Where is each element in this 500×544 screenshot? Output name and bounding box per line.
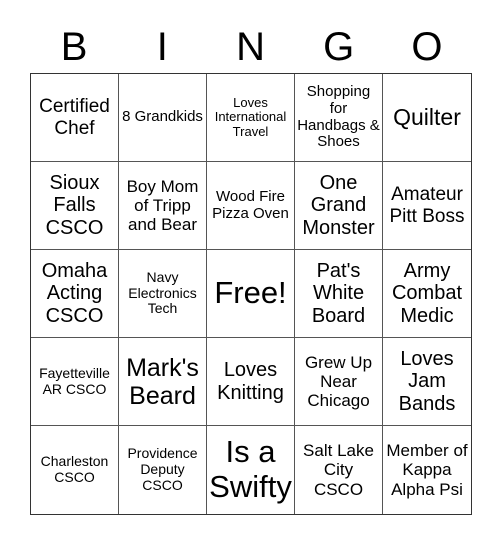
bingo-cell[interactable]: Pat's White Board <box>295 250 383 338</box>
bingo-header: B I N G O <box>30 22 471 72</box>
bingo-grid: Certified Chef 8 Grandkids Loves Interna… <box>30 73 472 515</box>
bingo-cell[interactable]: Army Combat Medic <box>383 250 471 338</box>
bingo-cell[interactable]: Fayetteville AR CSCO <box>31 338 119 426</box>
header-letter-o: O <box>411 25 443 69</box>
bingo-cell[interactable]: Wood Fire Pizza Oven <box>207 162 295 250</box>
bingo-cell[interactable]: Quilter <box>383 74 471 162</box>
bingo-cell[interactable]: Loves International Travel <box>207 74 295 162</box>
bingo-cell[interactable]: Sioux Falls CSCO <box>31 162 119 250</box>
bingo-cell[interactable]: Is a Swifty <box>207 426 295 514</box>
bingo-cell[interactable]: Grew Up Near Chicago <box>295 338 383 426</box>
bingo-cell[interactable]: Navy Electronics Tech <box>119 250 207 338</box>
header-letter-i: I <box>156 25 168 69</box>
bingo-cell[interactable]: Shopping for Handbags & Shoes <box>295 74 383 162</box>
free-space-cell[interactable]: Free! <box>207 250 295 338</box>
bingo-cell[interactable]: Providence Deputy CSCO <box>119 426 207 514</box>
bingo-cell[interactable]: Omaha Acting CSCO <box>31 250 119 338</box>
bingo-cell[interactable]: Amateur Pitt Boss <box>383 162 471 250</box>
bingo-cell[interactable]: Member of Kappa Alpha Psi <box>383 426 471 514</box>
bingo-cell[interactable]: Mark's Beard <box>119 338 207 426</box>
header-letter-g: G <box>323 25 355 69</box>
header-letter-b: B <box>60 25 88 69</box>
bingo-cell[interactable]: 8 Grandkids <box>119 74 207 162</box>
bingo-cell[interactable]: Loves Jam Bands <box>383 338 471 426</box>
bingo-cell[interactable]: Boy Mom of Tripp and Bear <box>119 162 207 250</box>
bingo-cell[interactable]: Loves Knitting <box>207 338 295 426</box>
bingo-cell[interactable]: Salt Lake City CSCO <box>295 426 383 514</box>
bingo-cell[interactable]: One Grand Monster <box>295 162 383 250</box>
header-letter-n: N <box>236 25 265 69</box>
bingo-cell[interactable]: Charleston CSCO <box>31 426 119 514</box>
bingo-cell[interactable]: Certified Chef <box>31 74 119 162</box>
